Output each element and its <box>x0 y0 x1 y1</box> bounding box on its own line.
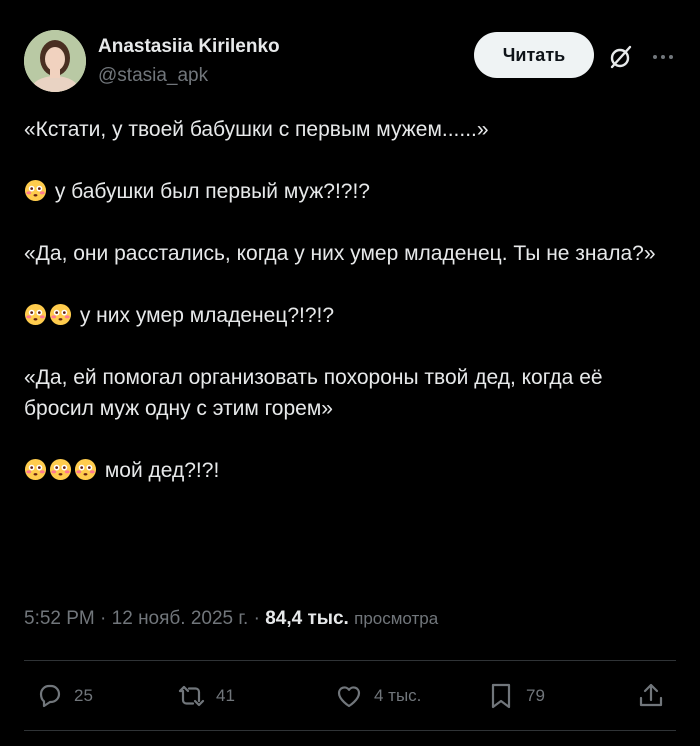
tweet-paragraph: «Да, ей помогал организовать похороны тв… <box>24 362 674 424</box>
heart-icon <box>337 686 361 708</box>
bookmark-count: 79 <box>526 686 545 705</box>
views-label: просмотра <box>354 609 439 628</box>
tweet-paragraph-text: «Кстати, у твоей бабушки с первым мужем.… <box>24 118 489 141</box>
reply-icon <box>39 684 61 708</box>
tweet-time[interactable]: 5:52 PM <box>24 608 95 629</box>
flushed-face-icon <box>49 458 72 481</box>
divider <box>24 730 676 731</box>
tweet-paragraph-text: мой дед?!?! <box>104 459 220 482</box>
meta-separator: · <box>100 608 107 629</box>
flushed-face-icon <box>24 179 47 202</box>
author-display-name[interactable]: Anastasiia Kirilenko <box>98 36 280 58</box>
tweet-paragraph-text: у них умер младенец?!?!? <box>79 304 335 327</box>
tweet-paragraph-text: у бабушки был первый муж?!?!? <box>54 180 370 203</box>
repost-count: 41 <box>216 686 235 705</box>
tweet-paragraph-text: «Да, они расстались, когда у них умер мл… <box>24 242 656 265</box>
meta-separator: · <box>253 608 260 629</box>
author-handle[interactable]: @stasia_apk <box>98 65 208 87</box>
share-button[interactable] <box>636 679 676 713</box>
like-count: 4 тыс. <box>374 686 422 705</box>
tweet-date[interactable]: 12 нояб. 2025 г. <box>112 608 249 629</box>
avatar[interactable] <box>24 30 86 92</box>
share-icon <box>639 683 663 707</box>
divider <box>24 660 676 661</box>
flushed-face-icon <box>24 458 47 481</box>
reply-count: 25 <box>74 686 93 705</box>
tweet-paragraph-text: «Да, ей помогал организовать похороны тв… <box>24 366 603 420</box>
bookmark-icon <box>491 683 511 709</box>
action-bar: 25 41 4 тыс. 79 <box>24 662 676 730</box>
tweet-meta: 5:52 PM · 12 нояб. 2025 г. · 84,4 тыс. п… <box>24 608 438 630</box>
tweet-paragraph: «Да, они расстались, когда у них умер мл… <box>24 238 674 269</box>
like-button[interactable]: 4 тыс. <box>334 679 421 713</box>
bookmark-button[interactable]: 79 <box>486 679 545 713</box>
tweet-paragraph: мой дед?!?! <box>24 455 674 486</box>
repost-button[interactable]: 41 <box>176 679 235 713</box>
tweet-paragraph: «Кстати, у твоей бабушки с первым мужем.… <box>24 114 674 145</box>
flushed-face-icon <box>24 303 47 326</box>
views-count[interactable]: 84,4 тыс. <box>265 608 349 629</box>
more-icon[interactable] <box>650 44 676 70</box>
tweet-text: «Кстати, у твоей бабушки с первым мужем.… <box>24 114 674 486</box>
tweet-paragraph: у них умер младенец?!?!? <box>24 300 674 331</box>
follow-button[interactable]: Читать <box>474 32 594 78</box>
tweet-paragraph: у бабушки был первый муж?!?!? <box>24 176 674 207</box>
reply-button[interactable]: 25 <box>34 679 93 713</box>
flushed-face-icon <box>49 303 72 326</box>
tweet-header: Anastasiia Kirilenko @stasia_apk Читать <box>0 0 700 110</box>
repost-icon <box>178 685 205 707</box>
slash-circle-icon[interactable] <box>608 44 634 70</box>
flushed-face-icon <box>74 458 97 481</box>
